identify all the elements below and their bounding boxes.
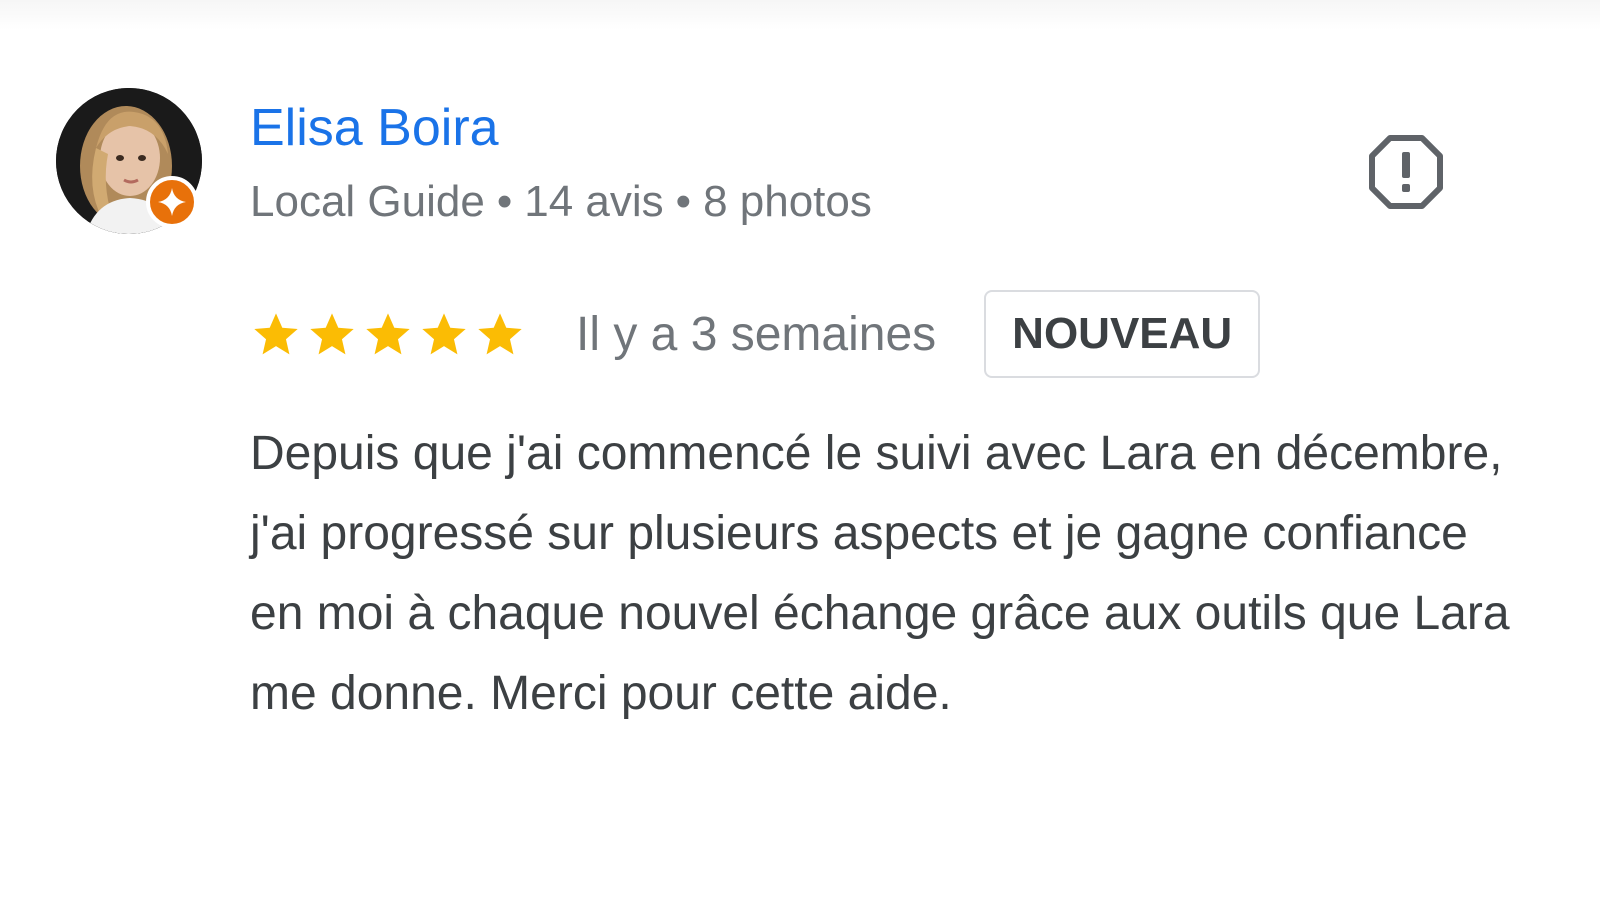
card-top-divider	[0, 0, 1600, 30]
star-icon	[254, 313, 298, 355]
report-review-button[interactable]	[1362, 128, 1450, 216]
reviewer-name-link[interactable]: Elisa Boira	[250, 98, 499, 158]
reviewer-badge-label: Local Guide	[250, 177, 485, 226]
star-rating	[250, 308, 526, 360]
report-icon	[1369, 135, 1443, 209]
reviewer-photo-count: 8 photos	[703, 177, 872, 226]
local-guide-badge-icon	[146, 176, 198, 228]
star-icon	[478, 313, 522, 355]
review-card: Elisa Boira Local Guide • 14 avis • 8 photos…	[0, 0, 1600, 900]
new-badge: NOUVEAU	[984, 290, 1261, 378]
meta-separator: •	[496, 177, 513, 226]
review-date: Il y a 3 semaines	[576, 307, 937, 361]
star-icon	[366, 313, 410, 355]
star-icon	[310, 313, 354, 355]
star-icon	[422, 313, 466, 355]
rating-row: Il y a 3 semaines NOUVEAU	[250, 288, 1261, 380]
review-text: Depuis que j'ai commencé le suivi avec L…	[250, 427, 1510, 720]
reviewer-meta: Local Guide • 14 avis • 8 photos	[250, 175, 872, 229]
reviewer-review-count: 14 avis	[524, 177, 664, 226]
meta-separator: •	[675, 177, 692, 226]
